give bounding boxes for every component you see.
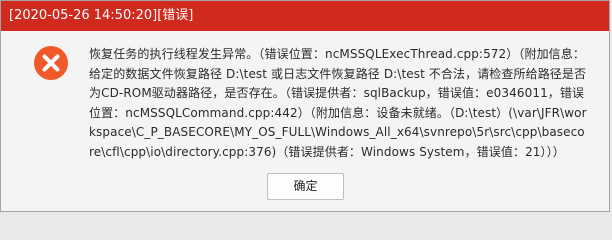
error-x-icon xyxy=(34,46,68,80)
ok-button[interactable]: 确定 xyxy=(267,173,344,200)
error-dialog: [2020-05-26 14:50:20][错误] 恢复任务的执行线程发生异常。… xyxy=(0,0,610,212)
dialog-titlebar[interactable]: [2020-05-26 14:50:20][错误] xyxy=(1,1,609,31)
error-message: 恢复任务的执行线程发生异常。（错误位置：ncMSSQLExecThread.cp… xyxy=(89,47,587,159)
dialog-title: [2020-05-26 14:50:20][错误] xyxy=(9,8,194,23)
